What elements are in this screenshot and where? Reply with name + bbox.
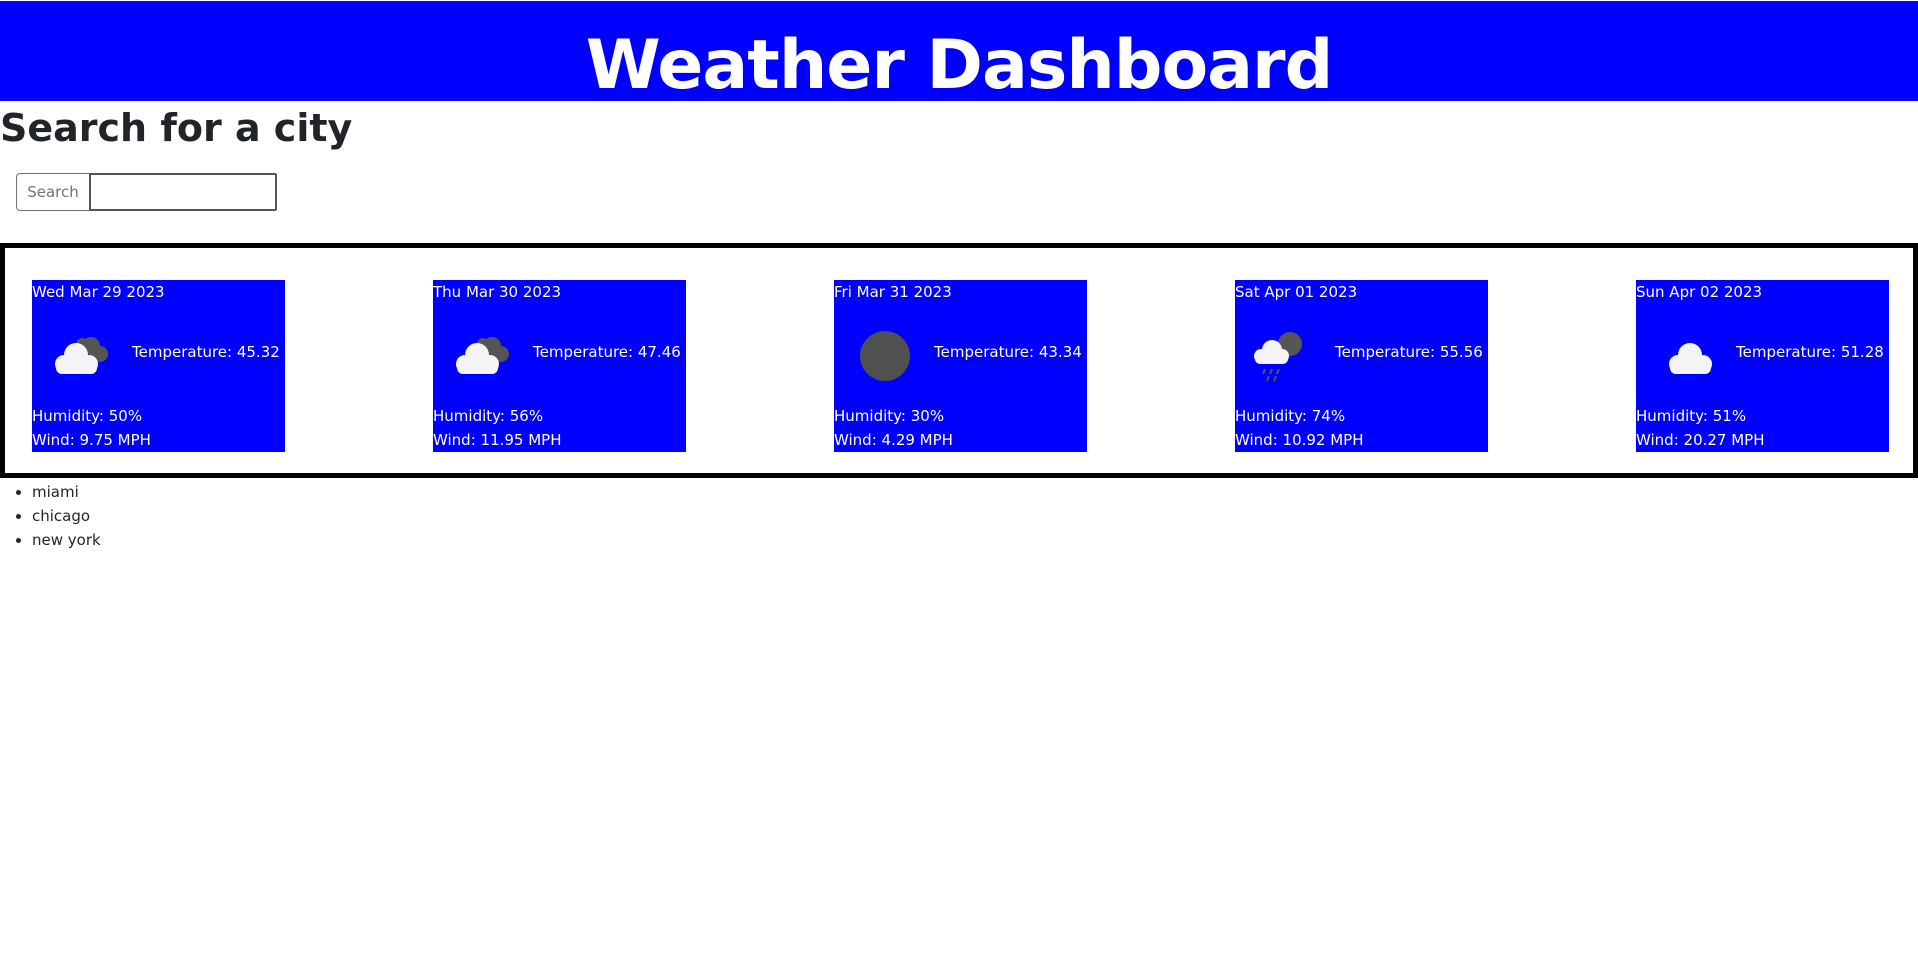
forecast-date: Wed Mar 29 2023	[32, 283, 165, 301]
forecast-card: Fri Mar 31 2023 Temperature: 43.34 °F Hu…	[834, 280, 1087, 452]
cloudy-icon	[44, 324, 120, 384]
forecast-card: Thu Mar 30 2023 Temperature: 47.46 °F Hu…	[433, 280, 686, 452]
forecast-date: Sat Apr 01 2023	[1235, 283, 1358, 301]
history-item[interactable]: chicago	[32, 504, 101, 528]
forecast-wind: Wind: 10.92 MPH	[1235, 431, 1364, 449]
forecast-wind: Wind: 20.27 MPH	[1636, 431, 1765, 449]
page-title: Weather Dashboard	[585, 26, 1334, 101]
search-history-list: miami chicago new york	[0, 480, 101, 552]
cloud-icon	[1648, 324, 1724, 384]
search-group: Search	[16, 173, 277, 211]
forecast-temperature: Temperature: 43.34 °F	[934, 343, 1087, 361]
forecast-date: Sun Apr 02 2023	[1636, 283, 1763, 301]
forecast-card: Sat Apr 01 2023 Temperature: 55.56 °F Hu…	[1235, 280, 1488, 452]
cloudy-icon	[445, 324, 521, 384]
clear-night-icon	[846, 324, 922, 384]
forecast-wind: Wind: 9.75 MPH	[32, 431, 151, 449]
forecast-humidity: Humidity: 50%	[32, 407, 143, 425]
forecast-humidity: Humidity: 56%	[433, 407, 544, 425]
forecast-card: Sun Apr 02 2023 Temperature: 51.28 °F Hu…	[1636, 280, 1889, 452]
rain-icon	[1247, 324, 1323, 384]
search-input[interactable]	[89, 173, 277, 211]
search-heading: Search for a city	[0, 106, 353, 150]
forecast-humidity: Humidity: 74%	[1235, 407, 1346, 425]
forecast-humidity: Humidity: 30%	[834, 407, 945, 425]
forecast-temperature: Temperature: 47.46 °F	[533, 343, 686, 361]
forecast-date: Fri Mar 31 2023	[834, 283, 952, 301]
forecast-wind: Wind: 11.95 MPH	[433, 431, 562, 449]
forecast-container: Wed Mar 29 2023 Temperature: 45.32 °F Hu…	[0, 243, 1918, 478]
forecast-date: Thu Mar 30 2023	[433, 283, 562, 301]
forecast-wind: Wind: 4.29 MPH	[834, 431, 953, 449]
history-item[interactable]: miami	[32, 480, 101, 504]
history-item[interactable]: new york	[32, 528, 101, 552]
forecast-temperature: Temperature: 51.28 °F	[1736, 343, 1889, 361]
forecast-card: Wed Mar 29 2023 Temperature: 45.32 °F Hu…	[32, 280, 285, 452]
header-banner: Weather Dashboard	[0, 1, 1918, 101]
search-label: Search	[16, 173, 89, 211]
forecast-temperature: Temperature: 55.56 °F	[1335, 343, 1488, 361]
forecast-temperature: Temperature: 45.32 °F	[132, 343, 285, 361]
forecast-humidity: Humidity: 51%	[1636, 407, 1747, 425]
